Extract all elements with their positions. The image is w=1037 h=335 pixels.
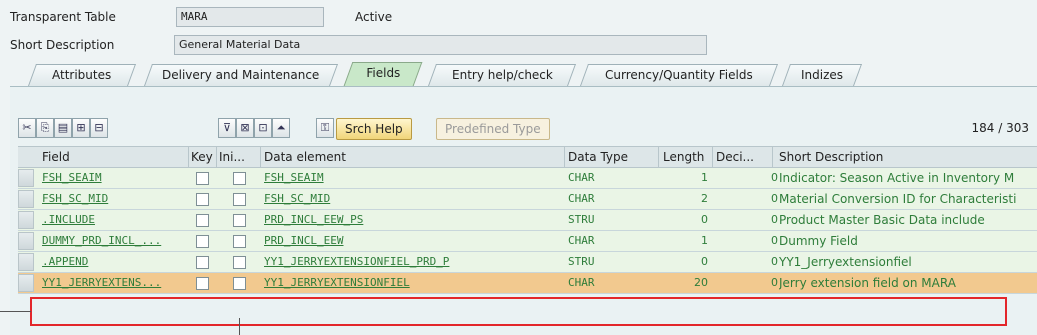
tab-indizes[interactable]: Indizes [781,64,863,86]
data-type: CHAR [568,171,595,184]
tab-attributes[interactable]: Attributes [27,64,137,86]
table-row[interactable]: .INCLUDE PRD_INCL_EEW_PS STRU 0 0 Produc… [18,210,1037,231]
tab-currency-quantity[interactable]: Currency/Quantity Fields [579,64,779,86]
filter-icon[interactable]: ⊽ [218,118,236,138]
decimals: 0 [771,234,778,247]
length: 20 [694,276,708,289]
length: 1 [701,234,708,247]
data-element[interactable]: FSH_SC_MID [264,192,560,205]
tab-strip: Attributes Delivery and Maintenance Fiel… [18,62,1033,86]
table-row[interactable]: FSH_SEAIM FSH_SEAIM CHAR 1 0 Indicator: … [18,168,1037,189]
decimals: 0 [771,171,778,184]
row-selector[interactable] [18,253,34,271]
key-checkbox[interactable] [196,277,209,290]
key-icon[interactable]: ⚿ [316,118,334,138]
fields-table: Field Key Ini... Data element Data Type … [18,146,1037,294]
row-selector[interactable] [18,190,34,208]
short-description: YY1_Jerryextensionfiel [779,255,912,269]
delete-row-icon[interactable]: ⊟ [90,118,108,138]
data-element[interactable]: PRD_INCL_EEW [264,234,560,247]
decimals: 0 [771,276,778,289]
table-name-field[interactable]: MARA [176,7,324,27]
tab-fields[interactable]: Fields [343,62,423,86]
field-name[interactable]: .APPEND [42,255,184,268]
data-type: CHAR [568,234,595,247]
srch-help-button[interactable]: Srch Help [336,118,412,140]
deselect-all-icon[interactable]: ⊡ [254,118,272,138]
initial-checkbox[interactable] [233,214,246,227]
col-field[interactable]: Field [42,150,70,164]
row-selector[interactable] [18,169,34,187]
key-checkbox[interactable] [196,256,209,269]
row-counter: 184 / 303 [971,121,1029,135]
short-description: Indicator: Season Active in Inventory M [779,171,1015,185]
paste-icon[interactable]: ▤ [54,118,72,138]
col-short-description[interactable]: Short Description [779,150,883,164]
data-element[interactable]: YY1_JERRYEXTENSIONFIEL [264,276,560,289]
field-name[interactable]: .INCLUDE [42,213,184,226]
short-desc-label: Short Description [10,38,115,52]
data-element[interactable]: YY1_JERRYEXTENSIONFIEL_PRD_P [264,255,560,268]
data-type: STRU [568,255,595,268]
field-name[interactable]: FSH_SEAIM [42,171,184,184]
table-toolbar: ✂ ⎘ ▤ ⊞ ⊟ ⊽ ⊠ ⊡ ⏶ ⚿ Srch Help Predefined… [18,118,1037,140]
decimals: 0 [771,192,778,205]
data-type: STRU [568,213,595,226]
cut-icon[interactable]: ✂ [18,118,36,138]
col-length[interactable]: Length [663,150,704,164]
table-row[interactable]: .APPEND YY1_JERRYEXTENSIONFIEL_PRD_P STR… [18,252,1037,273]
short-description: Material Conversion ID for Characteristi [779,192,1017,206]
tab-delivery-maintenance[interactable]: Delivery and Maintenance [143,64,339,86]
short-description: Product Master Basic Data include [779,213,985,227]
data-element[interactable]: PRD_INCL_EEW_PS [264,213,560,226]
key-checkbox[interactable] [196,172,209,185]
row-selector[interactable] [18,232,34,250]
col-decimals[interactable]: Deci... [716,150,754,164]
annotation-line [0,311,31,312]
field-name[interactable]: YY1_JERRYEXTENS... [42,276,184,289]
field-name[interactable]: DUMMY_PRD_INCL_... [42,234,184,247]
tab-entry-help[interactable]: Entry help/check [427,64,577,86]
field-name[interactable]: FSH_SC_MID [42,192,184,205]
short-desc-field[interactable]: General Material Data [174,35,707,55]
table-type-label: Transparent Table [10,10,116,24]
short-description: Dummy Field [779,234,858,248]
select-all-icon[interactable]: ⊠ [236,118,254,138]
key-checkbox[interactable] [196,235,209,248]
col-data-element[interactable]: Data element [264,150,346,164]
initial-checkbox[interactable] [233,193,246,206]
sort-icon[interactable]: ⏶ [272,118,290,138]
key-checkbox[interactable] [196,214,209,227]
short-description: Jerry extension field on MARA [779,276,956,290]
length: 2 [701,192,708,205]
table-row[interactable]: DUMMY_PRD_INCL_... PRD_INCL_EEW CHAR 1 0… [18,231,1037,252]
col-key[interactable]: Key [191,150,213,164]
insert-row-icon[interactable]: ⊞ [72,118,90,138]
row-selector[interactable] [18,274,34,292]
initial-checkbox[interactable] [233,235,246,248]
table-header: Field Key Ini... Data element Data Type … [18,146,1037,169]
col-initial[interactable]: Ini... [219,150,245,164]
predefined-type-button[interactable]: Predefined Type [436,118,550,140]
data-type: CHAR [568,276,595,289]
status-label: Active [355,10,393,24]
table-row[interactable]: FSH_SC_MID FSH_SC_MID CHAR 2 0 Material … [18,189,1037,210]
table-row-selected[interactable]: YY1_JERRYEXTENS... YY1_JERRYEXTENSIONFIE… [18,273,1037,294]
annotation-line [239,318,240,335]
initial-checkbox[interactable] [233,172,246,185]
key-checkbox[interactable] [196,193,209,206]
decimals: 0 [771,213,778,226]
col-data-type[interactable]: Data Type [568,150,628,164]
data-element[interactable]: FSH_SEAIM [264,171,560,184]
length: 0 [701,213,708,226]
highlight-annotation-box [30,297,1007,326]
copy-icon[interactable]: ⎘ [36,118,54,138]
length: 0 [701,255,708,268]
row-selector[interactable] [18,211,34,229]
initial-checkbox[interactable] [233,277,246,290]
decimals: 0 [771,255,778,268]
data-type: CHAR [568,192,595,205]
initial-checkbox[interactable] [233,256,246,269]
length: 1 [701,171,708,184]
